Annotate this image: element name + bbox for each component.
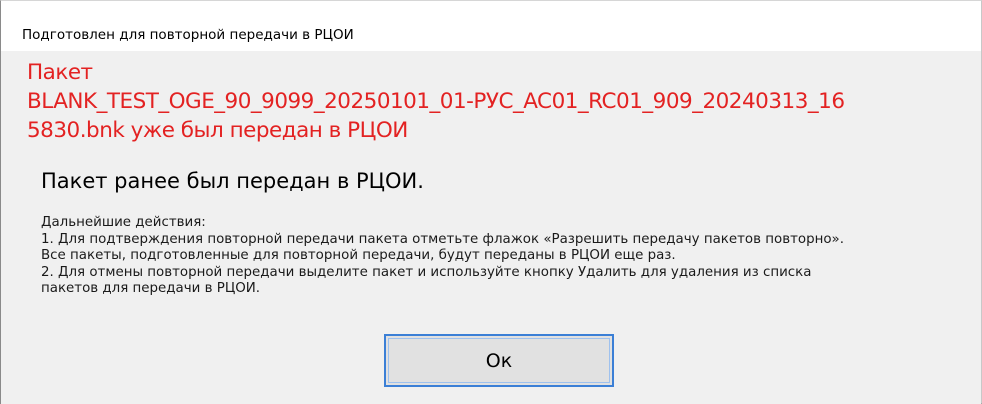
- ok-button-label: Ок: [485, 349, 513, 372]
- instruction-line: 2. Для отмены повторной передачи выделит…: [41, 264, 812, 280]
- instructions-text: Дальнейшие действия: 1. Для подтверждени…: [41, 215, 976, 298]
- dialog-title: Подготовлен для повторной передачи в РЦО…: [22, 27, 354, 43]
- error-line: 5830.bnk уже был передан в РЦОИ: [27, 118, 408, 143]
- error-message: Пакет BLANK_TEST_OGE_90_9099_20250101_01…: [27, 58, 972, 145]
- dialog-title-bar[interactable]: Подготовлен для повторной передачи в РЦО…: [1, 11, 981, 51]
- instruction-line: пакетов для передачи в РЦОИ.: [41, 281, 261, 296]
- error-line: Пакет: [27, 60, 93, 85]
- ok-button[interactable]: Ок: [384, 334, 614, 387]
- message-dialog: Подготовлен для повторной передачи в РЦО…: [0, 0, 982, 404]
- instruction-line: Все пакеты, подготовленные для повторной…: [41, 248, 676, 263]
- error-line: BLANK_TEST_OGE_90_9099_20250101_01-РУС_A…: [27, 89, 845, 114]
- instruction-line: 1. Для подтверждения повторной передачи …: [41, 231, 844, 247]
- message-heading: Пакет ранее был передан в РЦОИ.: [41, 169, 424, 193]
- instruction-line: Дальнейшие действия:: [41, 215, 206, 230]
